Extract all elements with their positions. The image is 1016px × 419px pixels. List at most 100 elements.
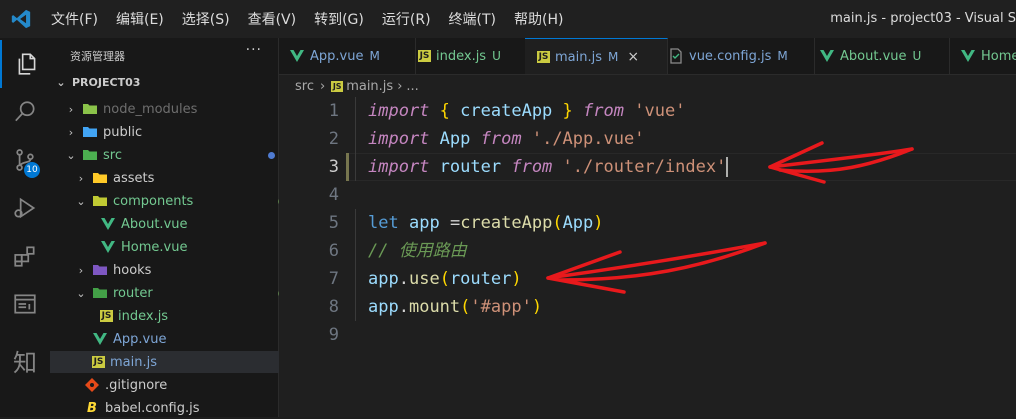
js-file-icon: JS	[92, 356, 105, 368]
tree-item-label: assets	[113, 170, 155, 186]
tree-item-babel-config[interactable]: B babel.config.js	[50, 397, 312, 419]
tab-label: index.js	[436, 48, 487, 64]
indent-guide	[355, 209, 356, 321]
tab-label: App.vue	[310, 48, 364, 64]
explorer-title: 资源管理器	[70, 50, 125, 63]
tab-label: Home	[981, 48, 1016, 64]
line-number: 3	[328, 157, 339, 177]
tree-item-components[interactable]: ⌄ components	[50, 190, 304, 212]
line-number: 8	[328, 297, 339, 317]
token-brace: {	[439, 101, 450, 121]
remote-explorer-activity[interactable]	[0, 280, 50, 328]
vue-file-icon	[819, 48, 835, 64]
menu-file[interactable]: 文件(F)	[42, 9, 107, 29]
js-file-icon: JS	[100, 310, 113, 322]
token-function: createApp	[460, 213, 553, 233]
tree-item-public[interactable]: › public	[50, 121, 294, 143]
tree-item-label: main.js	[110, 354, 157, 370]
menu-help[interactable]: 帮助(H)	[505, 9, 572, 29]
tree-item-hooks[interactable]: › hooks	[50, 259, 304, 281]
tab-status: M	[369, 49, 380, 63]
token-identifier: app	[368, 269, 399, 289]
extensions-activity[interactable]	[0, 232, 50, 280]
tab-label: About.vue	[840, 48, 907, 64]
breadcrumb-separator: ›	[319, 78, 326, 94]
chevron-right-icon: ›	[78, 171, 84, 185]
breadcrumb-symbols[interactable]: ...	[406, 79, 418, 94]
explorer-activity[interactable]	[0, 40, 52, 88]
chevron-right-icon: ›	[68, 102, 74, 116]
run-debug-activity[interactable]	[0, 184, 50, 232]
tree-item-router[interactable]: ⌄ router	[50, 282, 304, 304]
chevron-right-icon: ›	[68, 125, 74, 139]
menu-view[interactable]: 查看(V)	[239, 9, 306, 29]
config-file-icon	[668, 48, 684, 64]
breadcrumb-folder[interactable]: src	[295, 79, 314, 94]
menu-run[interactable]: 运行(R)	[373, 9, 440, 29]
tree-item-src[interactable]: ⌄ src	[50, 144, 294, 166]
run-debug-icon	[14, 197, 36, 219]
scm-badge: 10	[24, 162, 40, 178]
gutter-change-marker	[346, 153, 349, 181]
project-header[interactable]: ⌄ PROJECT03	[56, 76, 140, 89]
token-function: use	[408, 269, 440, 289]
token-keyword: import	[368, 129, 430, 149]
modified-dot	[268, 151, 275, 159]
tab-home-vue[interactable]: Home	[934, 38, 1016, 74]
indent-guide	[355, 97, 356, 181]
folder-src-icon	[82, 147, 98, 163]
token-string: '#app'	[470, 297, 532, 317]
chevron-down-icon: ⌄	[66, 148, 76, 162]
tab-status: U	[912, 49, 922, 63]
tab-label: main.js	[555, 49, 602, 65]
folder-router-icon	[92, 285, 108, 301]
tab-index-js[interactable]: JS index.js U	[406, 38, 537, 74]
tree-item-label: src	[103, 147, 122, 163]
token-paren: (	[460, 297, 471, 317]
tree-item-assets[interactable]: › assets	[50, 167, 304, 189]
tree-item-gitignore[interactable]: .gitignore	[50, 374, 312, 396]
breadcrumb-file[interactable]: main.js	[346, 79, 393, 94]
code-lines: import { createApp } from 'vue' import A…	[368, 97, 729, 349]
tab-app-vue[interactable]: App.vue M	[279, 38, 416, 74]
tree-item-node_modules[interactable]: › node_modules	[50, 98, 294, 120]
zhihu-activity[interactable]: 知	[0, 336, 50, 384]
babel-file-icon: B	[87, 400, 97, 416]
source-control-activity[interactable]: 10	[0, 136, 50, 184]
js-file-icon: JS	[418, 50, 431, 62]
browser-window-icon	[14, 294, 36, 314]
extensions-icon	[14, 246, 35, 267]
menu-edit[interactable]: 编辑(E)	[107, 9, 173, 29]
close-icon[interactable]: ×	[627, 49, 639, 65]
zhihu-icon: 知	[13, 348, 37, 377]
token-string: './router/index'	[562, 157, 727, 177]
code-line-1: import { createApp } from 'vue'	[368, 97, 728, 125]
search-activity[interactable]	[0, 88, 50, 136]
code-line-7: app.use(router)	[368, 265, 728, 293]
code-editor[interactable]: 1 2 3 4 5 6 7 8 9 import { createApp } f…	[279, 97, 1016, 417]
line-numbers: 1 2 3 4 5 6 7 8 9	[279, 97, 341, 349]
token-function: mount	[408, 297, 461, 317]
tab-main-js[interactable]: JS main.js M ×	[525, 38, 668, 74]
tab-status: M	[608, 50, 619, 64]
menu-go[interactable]: 转到(G)	[305, 9, 373, 29]
token-paren: )	[531, 297, 543, 317]
token-paren: (	[439, 269, 450, 289]
vue-file-icon	[960, 48, 976, 64]
token-keyword: let	[368, 213, 399, 233]
menu-terminal[interactable]: 终端(T)	[440, 9, 505, 29]
token-keyword: from	[583, 101, 624, 121]
chevron-down-icon: ⌄	[76, 194, 86, 208]
tab-about-vue[interactable]: About.vue U	[803, 38, 950, 74]
breadcrumb-separator: ›	[397, 78, 403, 94]
tree-item-label: Home.vue	[121, 239, 188, 255]
tab-vue-config-js[interactable]: vue.config.js M	[656, 38, 815, 74]
more-actions-button[interactable]: ···	[246, 42, 262, 58]
token-identifier: app	[408, 213, 440, 233]
tree-item-label: App.vue	[113, 331, 167, 347]
menu-selection[interactable]: 选择(S)	[173, 9, 239, 29]
token-identifier: createApp	[460, 101, 553, 121]
tree-item-label: public	[103, 124, 143, 140]
vue-file-icon	[289, 48, 305, 64]
